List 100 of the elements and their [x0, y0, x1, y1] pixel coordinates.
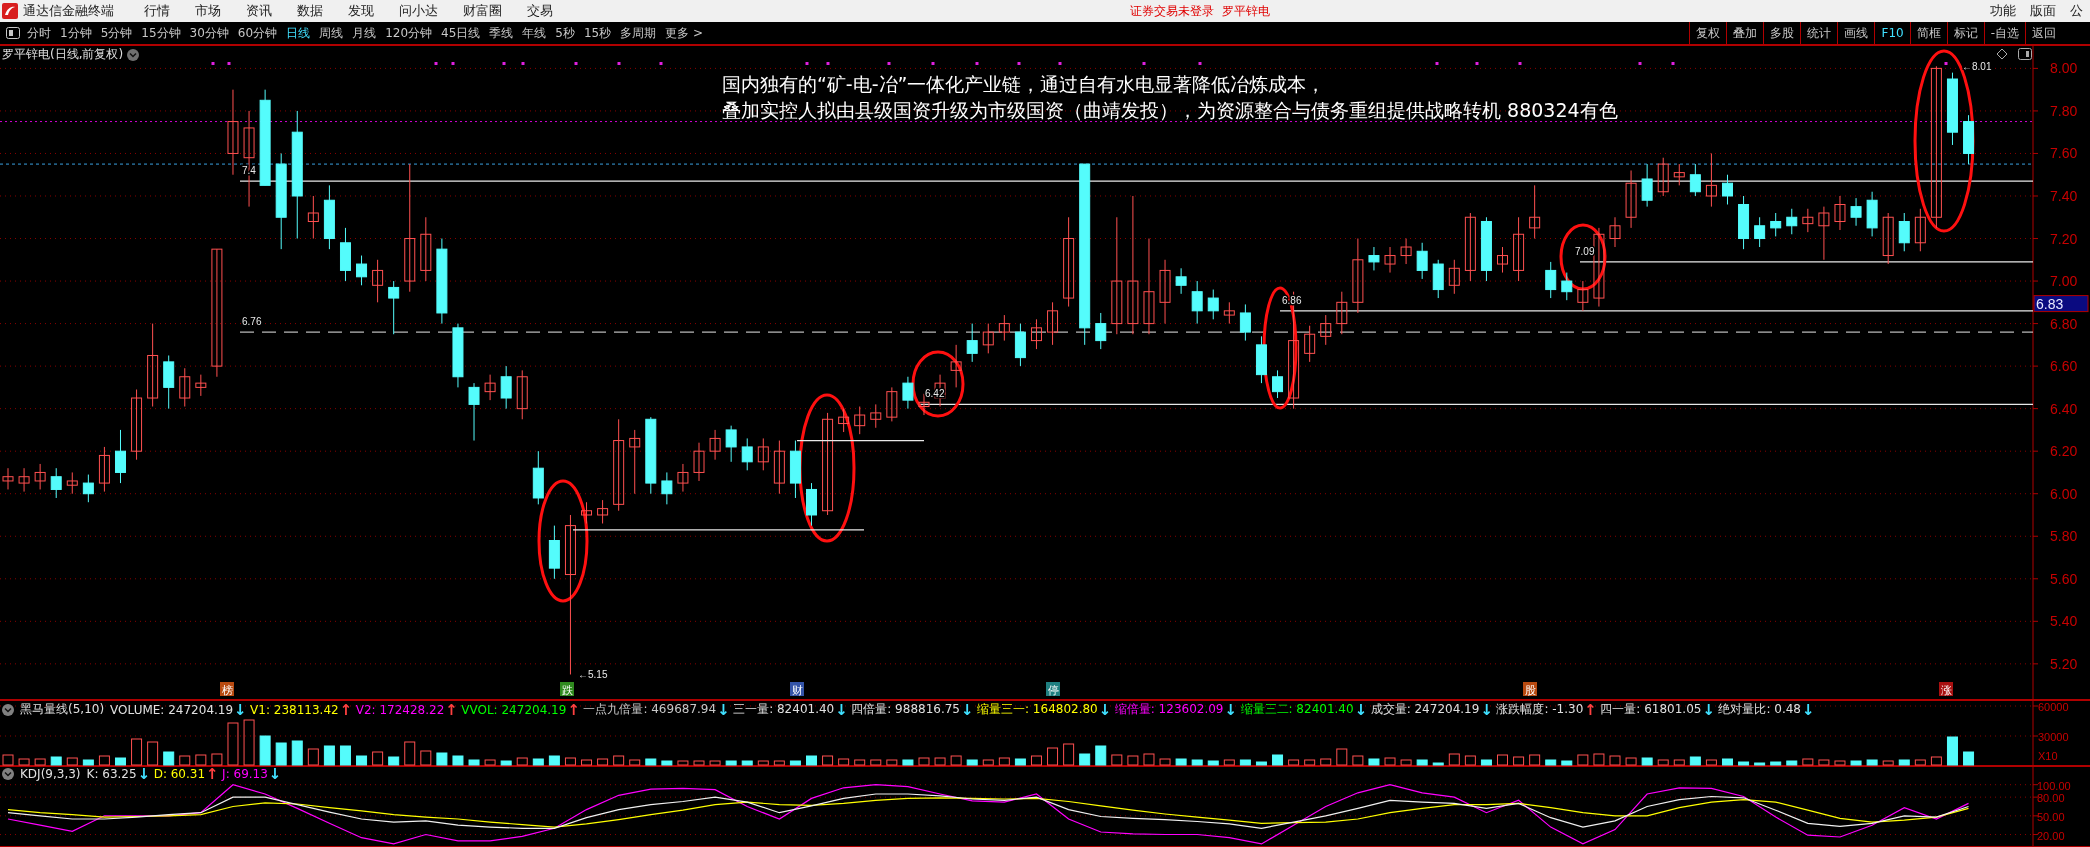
period-tab[interactable]: 分时: [27, 24, 51, 42]
panel-toggle-icon[interactable]: [2018, 48, 2032, 60]
candlestick: [1898, 212, 1910, 252]
price-label: ←5.15: [578, 669, 608, 681]
bar: [1497, 754, 1509, 766]
axis-label: 50.00: [2037, 810, 2065, 823]
period-tab[interactable]: 15秒: [583, 24, 612, 42]
bar: [1063, 743, 1075, 766]
bar: [404, 741, 416, 766]
candlestick: [1175, 267, 1187, 295]
bar: [452, 755, 464, 766]
axis-label: 7.60: [2050, 145, 2078, 162]
menu-item[interactable]: 市场: [195, 2, 221, 20]
candlestick: [1384, 246, 1396, 274]
axis-label: 7.00: [2050, 273, 2078, 290]
axis-label: 6.80: [2050, 315, 2078, 332]
bar: [1561, 760, 1573, 766]
period-tab[interactable]: 年线: [522, 24, 547, 42]
login-status[interactable]: 证券交易未登录: [1130, 2, 1214, 20]
candlestick: [1014, 323, 1026, 367]
menu-item[interactable]: 行情: [144, 2, 170, 20]
bar: [50, 756, 62, 766]
indicator-value: 缩量三二: 82401.40: [1240, 701, 1354, 718]
candlestick: [1207, 289, 1219, 320]
bar: [1577, 754, 1589, 766]
menu-item[interactable]: 资讯: [246, 2, 272, 20]
period-tab[interactable]: 45日线: [441, 24, 481, 42]
bar: [1304, 759, 1316, 766]
menu-item[interactable]: 财富圈: [463, 2, 502, 20]
menu-item[interactable]: 数据: [297, 2, 323, 20]
candlestick: [1770, 212, 1782, 237]
bar: [629, 759, 641, 766]
candlestick: [339, 227, 351, 282]
candlestick: [725, 425, 737, 463]
bar: [1609, 755, 1621, 766]
bar: [1545, 759, 1557, 766]
candlestick: [1239, 303, 1251, 342]
candlestick: [597, 499, 609, 524]
menu-item[interactable]: 发现: [348, 2, 374, 20]
bar: [1047, 747, 1059, 766]
bar: [966, 759, 978, 766]
bar: [1641, 757, 1653, 766]
chevron-down-icon[interactable]: [2, 768, 14, 780]
bar: [227, 722, 239, 766]
period-tab[interactable]: 60分钟: [237, 24, 278, 42]
bar: [66, 757, 78, 766]
period-tab[interactable]: 月线: [352, 24, 377, 42]
bar: [1529, 754, 1541, 766]
stock-name: 罗平锌电: [1222, 2, 1270, 20]
candlestick: [629, 429, 641, 495]
indicator-value: 涨跌幅度: -1.30: [1496, 701, 1584, 718]
signal-marker: 停: [1046, 682, 1060, 697]
bar: [870, 759, 882, 766]
bar: [773, 760, 785, 766]
candlestick: [1738, 195, 1750, 250]
candlestick: [757, 437, 769, 471]
panel-toggle-icon[interactable]: [6, 27, 20, 39]
bar: [388, 756, 400, 766]
menu-item[interactable]: 版面: [2030, 2, 2056, 20]
bar: [1770, 761, 1782, 766]
menu-item[interactable]: 问小达: [399, 2, 438, 20]
bar: [1657, 759, 1669, 766]
candlestick: [1513, 216, 1525, 282]
period-tab[interactable]: 15分钟: [141, 24, 181, 42]
period-tab[interactable]: 1分钟: [60, 24, 92, 42]
axis-label: 5.60: [2050, 570, 2078, 587]
period-tab[interactable]: 周线: [319, 24, 344, 42]
period-tab[interactable]: 120分钟: [385, 24, 433, 42]
bar: [950, 755, 962, 766]
highlight-ellipse: [911, 350, 965, 418]
bar: [886, 759, 898, 766]
diamond-icon[interactable]: [1996, 48, 2008, 60]
period-tab[interactable]: 5秒: [555, 24, 575, 42]
candlestick: [1882, 212, 1894, 265]
menu-item[interactable]: 公: [2070, 2, 2083, 20]
bar: [484, 759, 496, 766]
bar: [307, 748, 319, 766]
indicator-value: 成交量: 247204.19: [1370, 701, 1480, 718]
axis-label: 7.20: [2050, 230, 2078, 247]
chevron-down-icon[interactable]: [127, 48, 140, 61]
period-tab[interactable]: 日线: [286, 24, 311, 42]
menu-item[interactable]: 功能: [1990, 2, 2016, 20]
bar: [645, 758, 657, 766]
candlestick: [1400, 238, 1412, 265]
period-tab[interactable]: 30分钟: [189, 24, 229, 42]
bar: [339, 745, 351, 766]
candlestick: [950, 344, 962, 388]
period-tab[interactable]: 5分钟: [100, 24, 133, 42]
bar: [275, 742, 287, 766]
menu-item[interactable]: 交易: [527, 2, 553, 20]
bar: [1416, 759, 1428, 766]
chevron-down-icon[interactable]: [2, 703, 14, 716]
bar: [1754, 762, 1766, 766]
bar: [1127, 755, 1139, 766]
bar: [1866, 759, 1878, 766]
period-tab[interactable]: 多周期: [620, 24, 657, 42]
period-tab[interactable]: 季线: [489, 24, 514, 42]
period-tab[interactable]: 更多 >: [665, 24, 704, 42]
bar: [1705, 759, 1717, 766]
candlestick: [886, 386, 898, 422]
